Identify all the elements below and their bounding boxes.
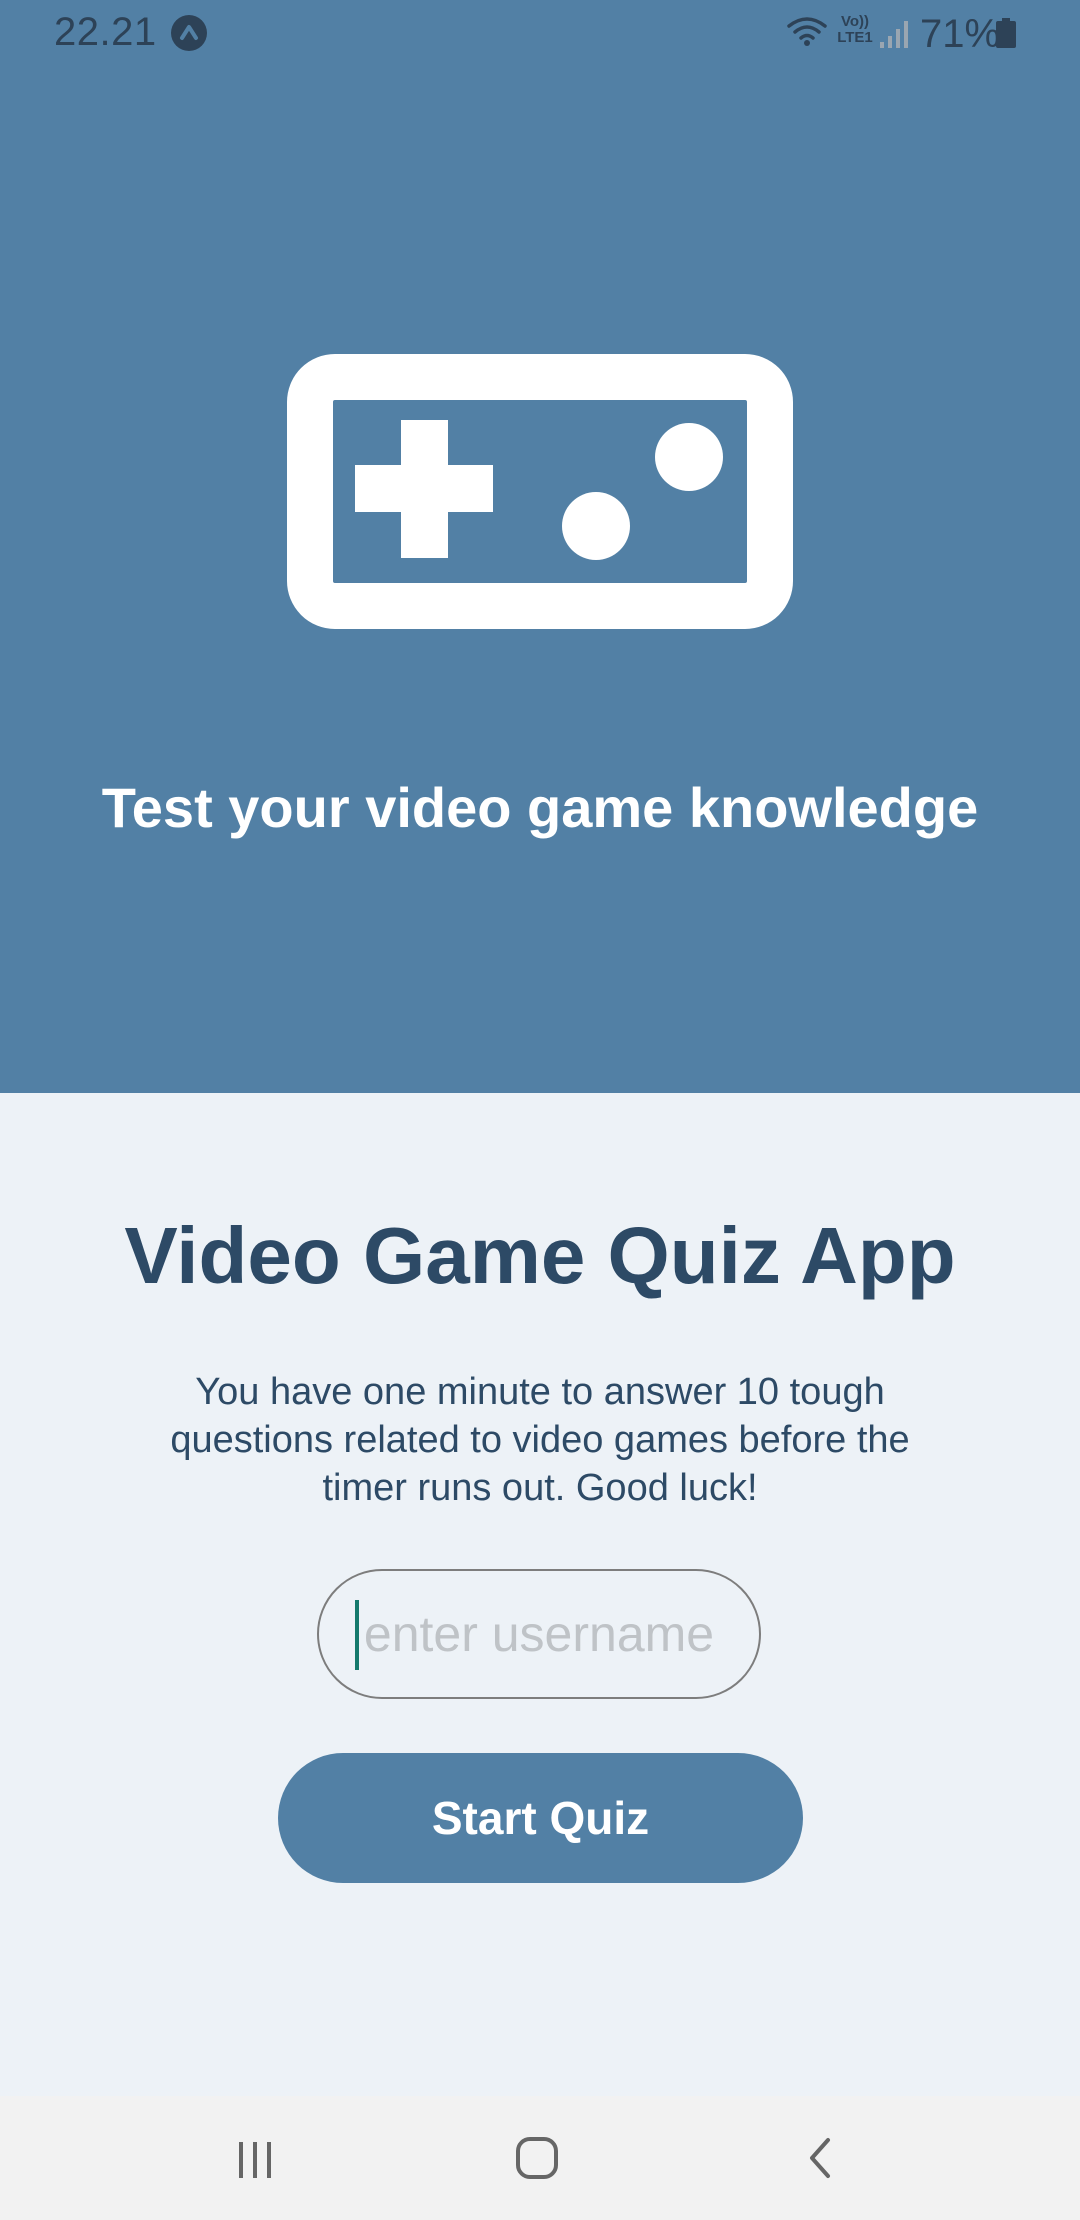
status-bar: 22.21 Vo)) LTE1 71% — [0, 0, 1080, 70]
hero-tagline: Test your video game knowledge — [101, 776, 979, 839]
battery-icon — [996, 18, 1016, 48]
wifi-icon — [787, 17, 827, 46]
system-nav-bar — [0, 2096, 1080, 2220]
gamepad-icon — [287, 354, 793, 629]
screen: 22.21 Vo)) LTE1 71% Test your video game… — [0, 0, 1080, 2220]
status-time: 22.21 — [54, 10, 157, 54]
back-icon[interactable] — [780, 2126, 860, 2190]
start-quiz-button[interactable]: Start Quiz — [278, 1753, 803, 1883]
home-icon[interactable] — [497, 2126, 577, 2190]
app-description: You have one minute to answer 10 tough q… — [170, 1371, 910, 1509]
text-cursor — [355, 1600, 359, 1670]
app-notification-icon — [171, 15, 207, 51]
volte-label: Vo)) LTE1 — [837, 13, 873, 46]
recents-icon[interactable] — [215, 2126, 295, 2190]
battery-percentage: 71% — [920, 12, 1001, 56]
signal-icon — [880, 21, 908, 48]
app-title: Video Game Quiz App — [124, 1211, 956, 1300]
username-input[interactable] — [317, 1569, 761, 1699]
